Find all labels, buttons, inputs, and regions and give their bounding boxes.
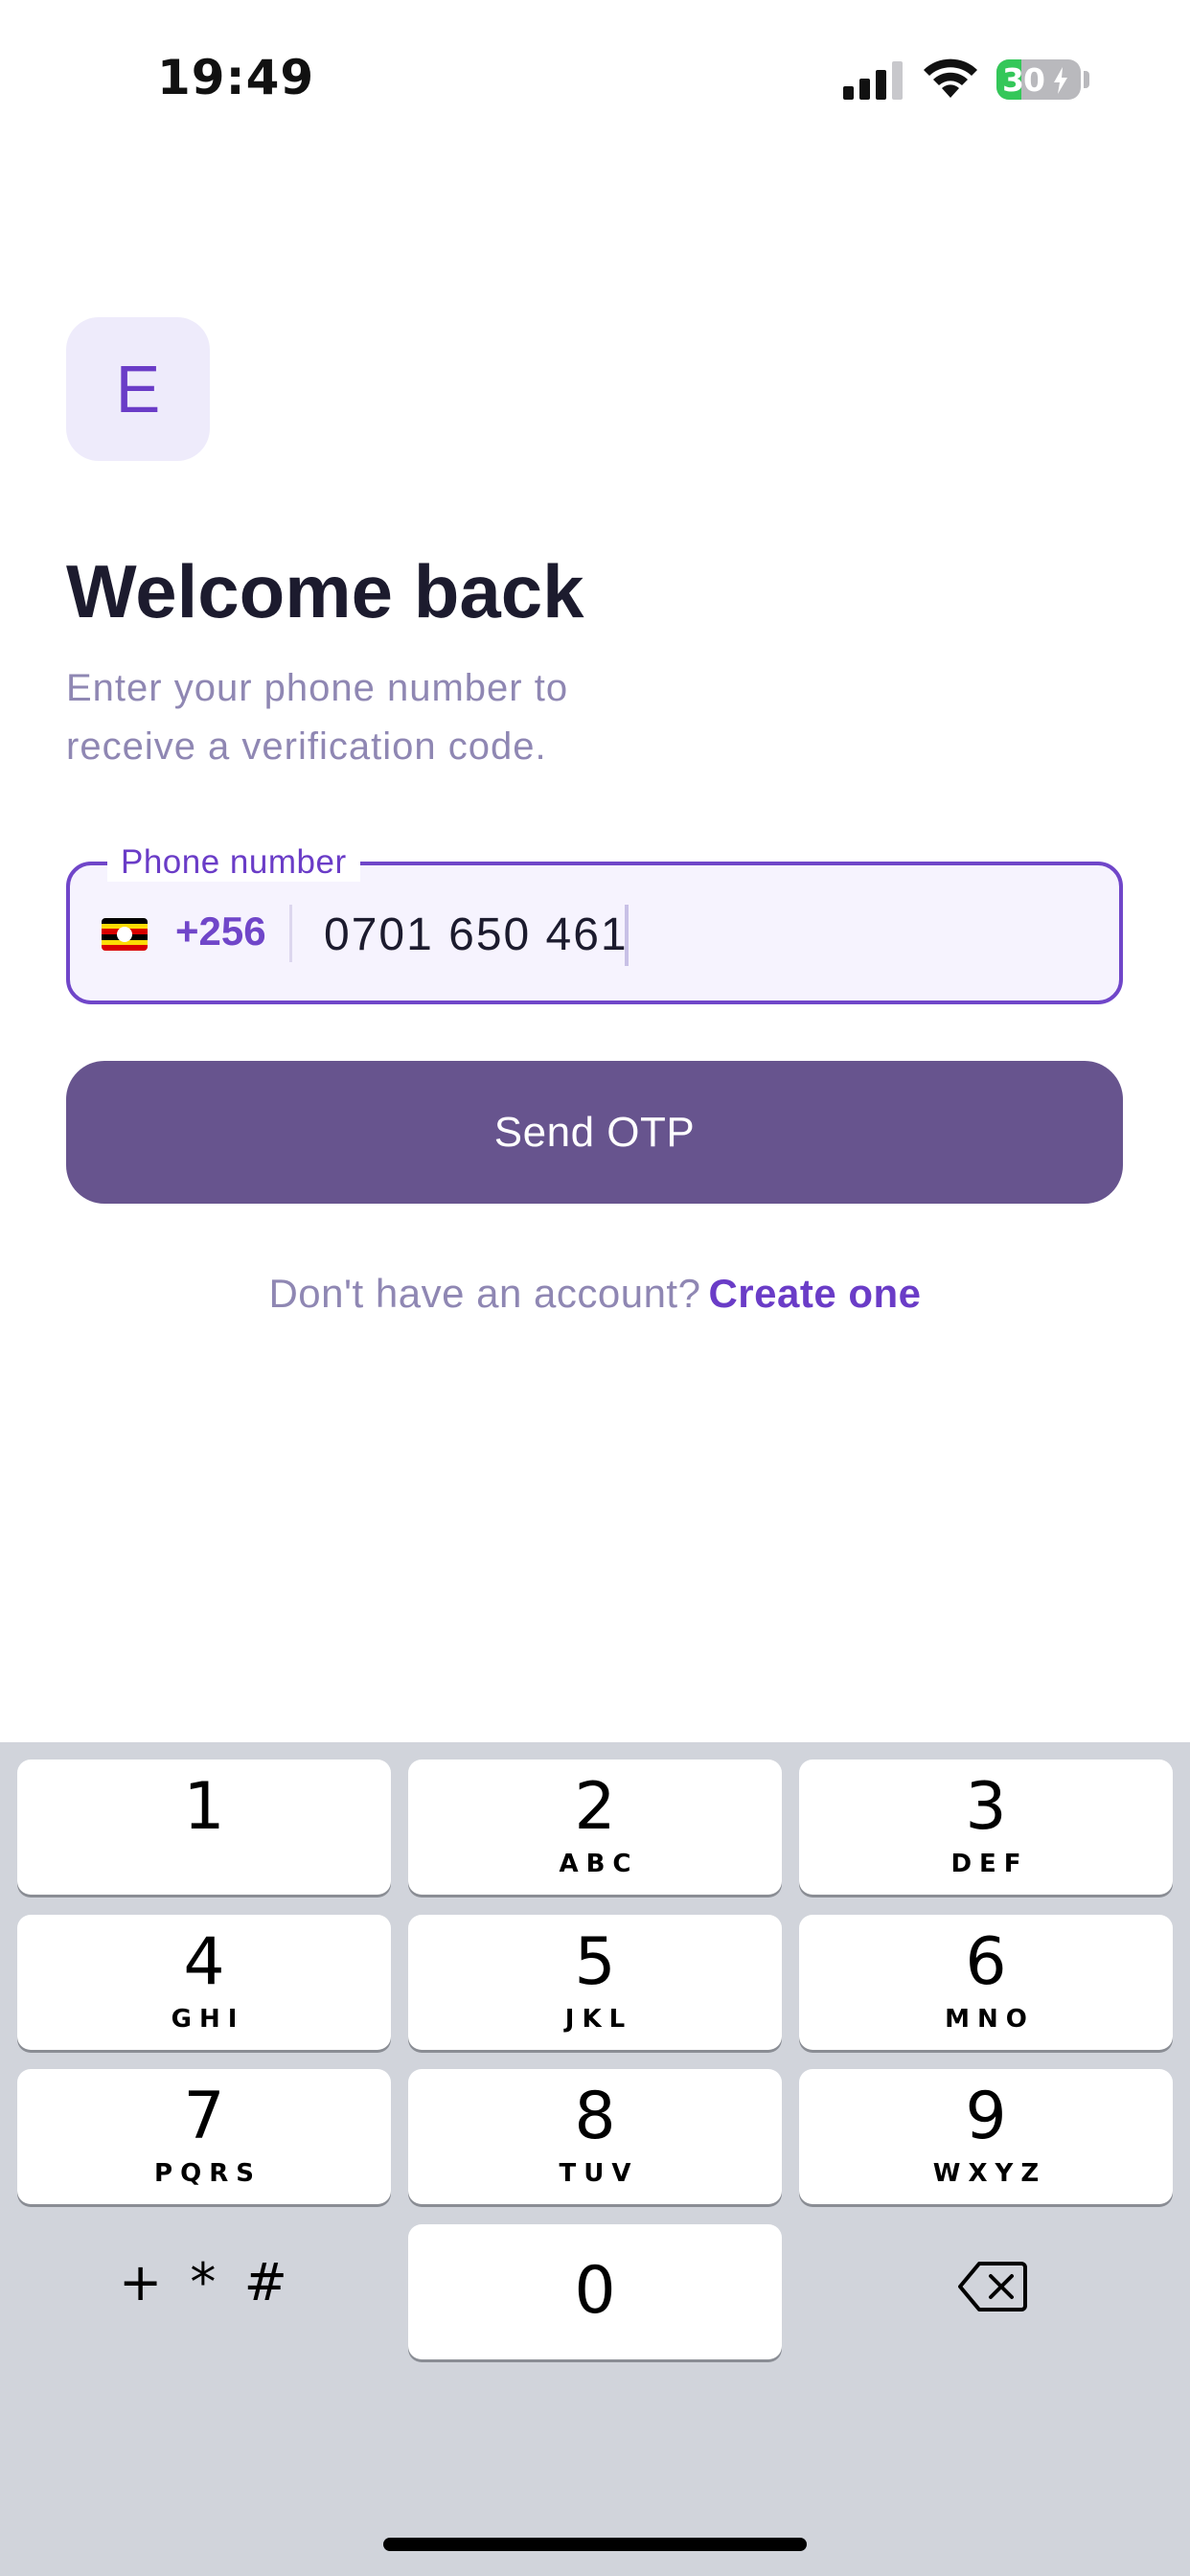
phone-number-input[interactable] [324,903,1071,966]
country-code-divider [289,905,292,962]
key-digit: 8 [574,2079,616,2154]
send-otp-button[interactable]: Send OTP [66,1061,1123,1204]
charging-bolt-icon [1054,67,1067,94]
symbols-key[interactable]: + * # [119,2252,293,2312]
key-letters: TUV [559,2159,639,2188]
key-6[interactable]: 6 MNO [799,1915,1173,2050]
wifi-icon [924,58,977,98]
key-7[interactable]: 7 PQRS [17,2069,391,2204]
login-screen: 19:49 30 E Welcome back Enter your phone… [0,0,1190,2576]
key-digit: 2 [574,1769,616,1845]
text-caret [625,905,629,966]
key-letters: WXYZ [932,2159,1047,2188]
uganda-flag-icon[interactable] [102,918,148,951]
create-account-link[interactable]: Create one [708,1271,921,1316]
key-digit: 9 [965,2079,1007,2154]
key-digit: 1 [183,1769,225,1845]
key-digit: 0 [574,2253,616,2329]
key-letters: MNO [945,2005,1035,2034]
key-letters: PQRS [154,2159,262,2188]
key-letters: DEF [950,1850,1029,1878]
cellular-signal-icon [843,61,903,100]
key-letters: GHI [171,2005,245,2034]
key-digit: 7 [183,2079,225,2154]
key-0[interactable]: 0 [408,2224,782,2359]
key-digit: 6 [965,1924,1007,2000]
key-letters: JKL [564,2005,633,2034]
status-time: 19:49 [157,50,315,105]
status-bar: 19:49 30 [0,0,1190,158]
key-4[interactable]: 4 GHI [17,1915,391,2050]
signup-row: Don't have an account? Create one [0,1271,1190,1317]
logo-letter: E [115,352,161,426]
country-code-selector[interactable]: +256 [175,908,266,954]
key-1[interactable]: 1 [17,1760,391,1895]
battery-charging-icon: 30 [996,59,1081,100]
key-9[interactable]: 9 WXYZ [799,2069,1173,2204]
phone-number-label: Phone number [107,843,360,882]
app-logo: E [66,317,210,461]
key-digit: 5 [574,1924,616,2000]
page-title: Welcome back [66,549,584,633]
home-indicator[interactable] [383,2538,807,2551]
key-5[interactable]: 5 JKL [408,1915,782,2050]
key-letters: ABC [559,1850,639,1878]
key-digit: 3 [965,1769,1007,1845]
key-digit: 4 [183,1924,225,2000]
battery-cap [1084,71,1089,88]
signup-prompt: Don't have an account? [268,1271,701,1316]
key-8[interactable]: 8 TUV [408,2069,782,2204]
page-subtitle: Enter your phone number to receive a ver… [66,667,569,768]
key-2[interactable]: 2 ABC [408,1760,782,1895]
key-3[interactable]: 3 DEF [799,1760,1173,1895]
battery-level: 30 [1002,61,1045,99]
backspace-icon[interactable] [958,2260,1027,2313]
